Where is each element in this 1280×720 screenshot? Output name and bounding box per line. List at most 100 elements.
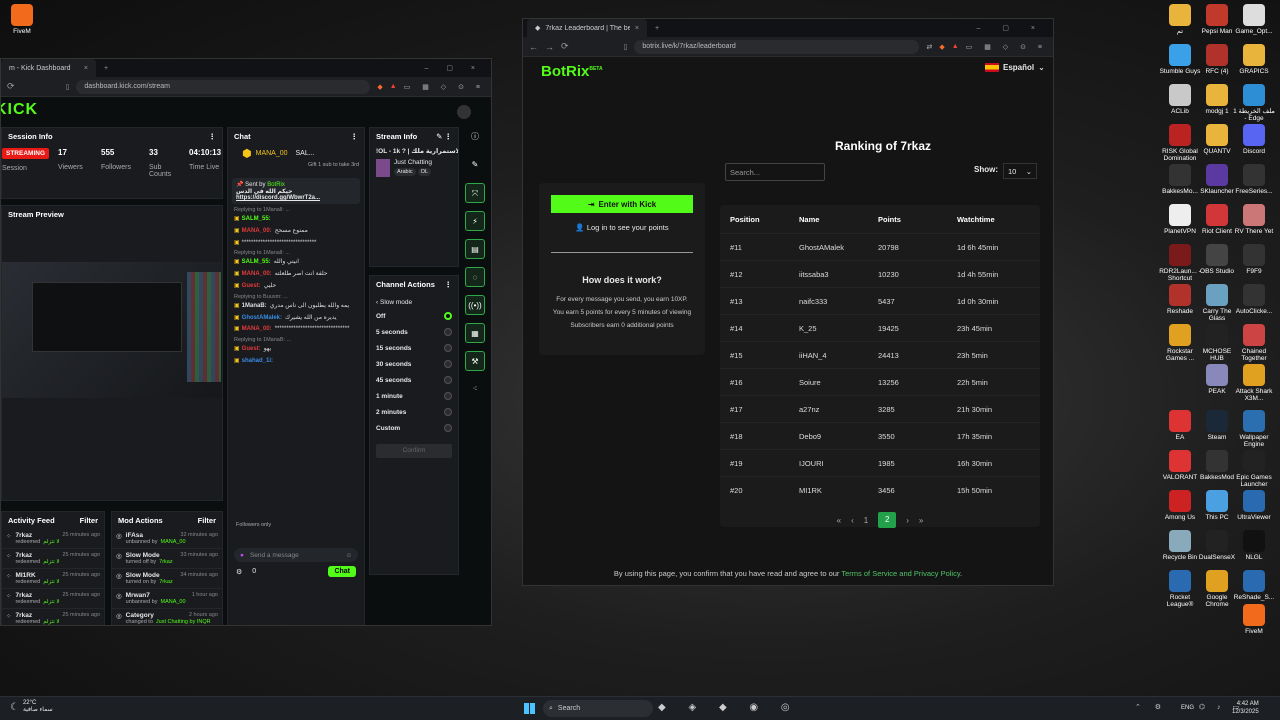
stream-preview-video[interactable] — [2, 262, 222, 398]
desktop-icon[interactable]: Epic Games Launcher — [1232, 450, 1276, 489]
radio[interactable] — [444, 408, 452, 416]
reload-icon[interactable]: ⟳ — [561, 41, 569, 52]
broadcast-icon[interactable]: ((•)) — [465, 295, 485, 315]
toolbar-icons[interactable]: ▭ ▦ ◇ ⊙ ≡ — [404, 83, 485, 91]
chat-message[interactable]: ▣ SALM_55: — [228, 214, 364, 226]
desktop-icon[interactable]: FreeSeries... — [1232, 164, 1276, 195]
radio[interactable] — [444, 424, 452, 432]
slow-mode-option[interactable]: 15 seconds — [370, 340, 458, 356]
brave-shield-icon[interactable]: ◆ — [939, 43, 944, 51]
chat-message[interactable]: ▣ Guest: يهو — [228, 344, 364, 356]
chat-bubble-icon[interactable]: ◌ — [465, 267, 485, 287]
new-tab-icon[interactable]: + — [104, 65, 108, 72]
desktop-icon[interactable]: FiveM — [0, 4, 44, 35]
list-item[interactable]: ◎ Slow Mode 33 minutes ago turned off by 7rk… — [112, 549, 222, 569]
page-button[interactable]: « — [837, 516, 841, 525]
send-chat-button[interactable]: Chat — [328, 566, 356, 578]
slow-mode-option[interactable]: 30 seconds — [370, 356, 458, 372]
list-item[interactable]: ⁘ 7rkaz 25 minutes ago redeemed لا تتزلم — [2, 609, 104, 625]
terms-link[interactable]: Terms of Service and Privacy Policy — [841, 569, 960, 578]
botrix-url-field[interactable]: botrix.live/k/7rkaz/leaderboard — [634, 39, 920, 54]
desktop-icon[interactable]: AutoClicke... — [1232, 284, 1276, 315]
chat-message[interactable]: ▣ SALM_55: انيني والله — [228, 257, 364, 269]
avatar[interactable] — [457, 105, 471, 119]
weather-widget[interactable]: ☾ 22°C سماء صافية — [10, 700, 53, 714]
start-icon[interactable] — [524, 703, 535, 714]
list-item[interactable]: ⁘ 7rkaz 25 minutes ago redeemed لا تتزلم — [2, 529, 104, 549]
tag[interactable]: Arabic — [394, 168, 416, 176]
enter-with-kick-button[interactable]: ⇥ Enter with Kick — [551, 195, 693, 213]
toolbar-icons[interactable]: ▭ ▦ ◇ ⊙ ≡ — [966, 43, 1047, 51]
chat-message[interactable]: ▣ Guest: حليي — [228, 281, 364, 293]
list-item[interactable]: ◎ iFAsa 32 minutes ago unbanned by MANA_00 — [112, 529, 222, 549]
tag[interactable]: OL — [417, 168, 431, 176]
confirm-button[interactable]: Confirm — [376, 444, 452, 458]
desktop-icon[interactable]: NLGL — [1232, 530, 1276, 561]
clipboard-icon[interactable]: ▤ — [465, 239, 485, 259]
botrix-logo[interactable]: BotRixBETA — [541, 63, 603, 80]
chat-input[interactable]: ● Send a message ☺ — [234, 548, 358, 563]
radio[interactable] — [444, 344, 452, 352]
pinned-message[interactable]: 📌 Sent by BotRix حيكم الله في الدس https… — [232, 178, 360, 205]
list-item[interactable]: ⁘ MI1RK 25 minutes ago redeemed لا تتزلم — [2, 569, 104, 589]
desktop-icon[interactable]: Attack Shark X3M... — [1232, 364, 1276, 403]
list-item[interactable]: ◎ Slow Mode 34 minutes ago turned on by 7rka… — [112, 569, 222, 589]
category-name[interactable]: Just Chatting — [394, 159, 432, 166]
more-icon[interactable]: ⋮ — [351, 132, 359, 141]
desktop-icon[interactable]: GRAPICS — [1232, 44, 1276, 75]
page-button[interactable]: › — [906, 516, 909, 525]
emoji-icon[interactable]: ☺ — [345, 552, 352, 559]
slow-mode-option[interactable]: 2 minutes — [370, 404, 458, 420]
list-item[interactable]: ⁘ 7rkaz 25 minutes ago redeemed لا تتزلم — [2, 589, 104, 609]
login-link[interactable]: 👤 Log in to see your points — [539, 223, 705, 232]
desktop-icon[interactable]: F9F9 — [1232, 244, 1276, 275]
chat-message[interactable]: ▣ MANA_00: *******************************… — [228, 324, 364, 336]
slow-mode-option[interactable]: Custom — [370, 420, 458, 436]
desktop-icon[interactable]: RV There Yet — [1232, 204, 1276, 235]
desktop-icon[interactable]: FiveM — [1232, 604, 1276, 635]
wrench-icon[interactable]: ⚒ — [465, 351, 485, 371]
reload-icon[interactable]: ⟳ — [7, 81, 15, 92]
more-icon[interactable]: ⋮ — [209, 132, 217, 141]
nodes-icon[interactable]: ⁖ — [465, 379, 485, 399]
list-item[interactable]: ◎ Mrwan7 1 hour ago unbanned by MANA_00 — [112, 589, 222, 609]
language-indicator[interactable]: ENG — [1181, 705, 1194, 711]
radio-selected[interactable] — [444, 312, 452, 320]
desktop-icon[interactable]: Game_Opt... — [1232, 4, 1276, 35]
chat-message[interactable]: ▣ GhostAMalek: يديره من الله يشيرك — [228, 313, 364, 325]
clock[interactable]: 4:42 AM 12/3/2025 — [1232, 701, 1259, 717]
close-icon[interactable]: × — [84, 65, 88, 72]
bookmark-icon[interactable]: ▯ — [624, 43, 628, 51]
chat-message[interactable]: ▣ shahad_1i: — [228, 356, 364, 368]
chat-message[interactable]: ▣ 1ManaB: يمه والله يطلبون الى ناس مدري — [228, 301, 364, 313]
page-button[interactable]: » — [919, 516, 923, 525]
slow-mode-option[interactable]: 5 seconds — [370, 324, 458, 340]
radio[interactable] — [444, 376, 452, 384]
botrix-tab[interactable]: ◆ 7rkaz Leaderboard | The best Ch × — [527, 19, 647, 37]
show-select[interactable]: 10 ⌄ — [1003, 163, 1037, 179]
kick-tab[interactable]: m - Kick Dashboard × — [1, 59, 96, 77]
translate-icon[interactable]: ⇄ — [926, 43, 932, 51]
bookmark-icon[interactable]: ▯ — [66, 83, 70, 91]
page-button[interactable]: ‹ — [851, 516, 854, 525]
window-controls[interactable]: – ▢ × — [977, 24, 1045, 32]
radio[interactable] — [444, 328, 452, 336]
chat-message[interactable]: ▣ MANA_00: حلفة انت اصر طلعلته — [228, 269, 364, 281]
desktop-icon[interactable]: Discord — [1232, 124, 1276, 155]
slow-mode-option[interactable]: 45 seconds — [370, 372, 458, 388]
desktop-icon[interactable]: ملف الخريطة 1 - Edge — [1232, 84, 1276, 123]
window-controls[interactable]: – ▢ × — [425, 64, 483, 72]
taskbar-apps[interactable]: ◆ ◈ ◆ ◉ ◎ — [658, 702, 800, 713]
desktop-icon[interactable]: ReShade_S... — [1232, 570, 1276, 601]
desktop-icon[interactable]: Wallpaper Engine — [1232, 410, 1276, 449]
back-icon[interactable]: ‹ — [376, 299, 378, 306]
language-selector[interactable]: Español ⌄ — [985, 63, 1045, 72]
tray-icons[interactable]: ⌃ ⚙ — [1135, 703, 1167, 711]
forward-icon[interactable]: → — [545, 42, 554, 52]
mic-icon[interactable]: ● — [240, 552, 244, 559]
chat-message[interactable]: ▣ ******************************** — [228, 238, 364, 250]
settings-icon[interactable]: ⚙ — [236, 568, 242, 576]
filter-button[interactable]: Filter — [80, 516, 98, 525]
desktop-icon[interactable]: UltraViewer — [1232, 490, 1276, 521]
expand-icon[interactable]: ⤧ — [465, 183, 485, 203]
